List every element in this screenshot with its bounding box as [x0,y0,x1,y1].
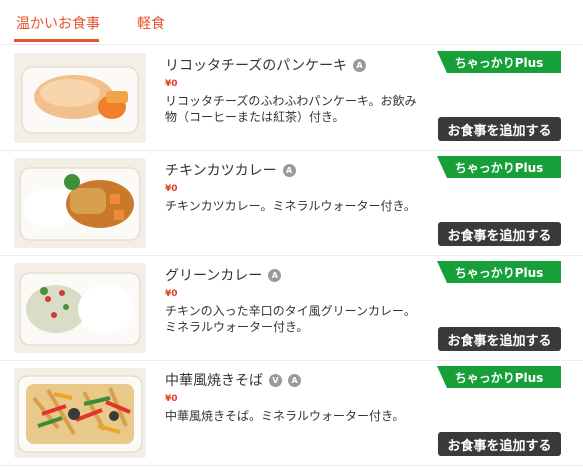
meal-item: グリーンカレー A ¥0 チキンの入った辛口のタイ風グリーンカレー。ミネラルウォ… [0,255,583,361]
allergen-badge-icon[interactable]: A [288,373,301,387]
meal-price: ¥0 [165,79,178,89]
tab-light-meals[interactable]: 軽食 [137,13,165,33]
meal-name-row: チキンカツカレー A [165,160,296,180]
chakkari-plus-tag: ちゃっかりPlus [437,261,561,283]
chakkari-plus-tag: ちゃっかりPlus [437,366,561,388]
vegetarian-badge-icon[interactable]: V [269,373,282,387]
chakkari-plus-tag: ちゃっかりPlus [437,51,561,73]
tab-hot-meals[interactable]: 温かいお食事 [16,13,100,33]
chakkari-plus-tag: ちゃっかりPlus [437,156,561,178]
add-meal-button[interactable]: お食事を追加する [438,222,561,246]
allergen-badge-icon[interactable]: A [268,268,282,282]
add-meal-button[interactable]: お食事を追加する [438,327,561,351]
meal-price: ¥0 [165,289,178,299]
add-meal-button[interactable]: お食事を追加する [438,117,561,141]
meal-item: リコッタチーズのパンケーキ A ¥0 リコッタチーズのふわふわパンケーキ。お飲み… [0,45,583,151]
meal-description: チキンカツカレー。ミネラルウォーター付き。 [165,199,416,213]
meal-tabs: 温かいお食事 軽食 [0,0,583,45]
meal-image-chicken-katsu-curry [14,158,146,248]
allergen-badge-icon[interactable]: A [282,163,296,177]
meal-name-row: リコッタチーズのパンケーキ A [165,55,366,75]
active-tab-indicator [14,39,99,42]
meal-name: グリーンカレー [165,268,263,284]
meal-name-row: グリーンカレー A [165,265,282,285]
meal-image-pancake [14,53,146,143]
meal-price: ¥0 [165,184,178,194]
meal-name: リコッタチーズのパンケーキ [165,58,347,74]
meal-name: チキンカツカレー [165,163,277,179]
allergen-badge-icon[interactable]: A [353,58,366,72]
add-meal-button[interactable]: お食事を追加する [438,432,561,456]
meal-image-green-curry [14,263,146,353]
meal-name: 中華風焼きそば [165,373,263,389]
meal-image-chinese-yakisoba [14,368,146,458]
meal-description: チキンの入った辛口のタイ風グリーンカレー。ミネラルウォーター付き。 [165,304,416,334]
meal-description: リコッタチーズのふわふわパンケーキ。お飲み物（コーヒーまたは紅茶）付き。 [165,94,417,124]
meal-item: 中華風焼きそば V A ¥0 中華風焼きそば。ミネラルウォーター付き。 ちゃっか… [0,360,583,466]
meal-name-row: 中華風焼きそば V A [165,370,301,390]
meal-description: 中華風焼きそば。ミネラルウォーター付き。 [165,409,405,423]
meal-item: チキンカツカレー A ¥0 チキンカツカレー。ミネラルウォーター付き。 ちゃっか… [0,150,583,256]
meal-price: ¥0 [165,394,178,404]
